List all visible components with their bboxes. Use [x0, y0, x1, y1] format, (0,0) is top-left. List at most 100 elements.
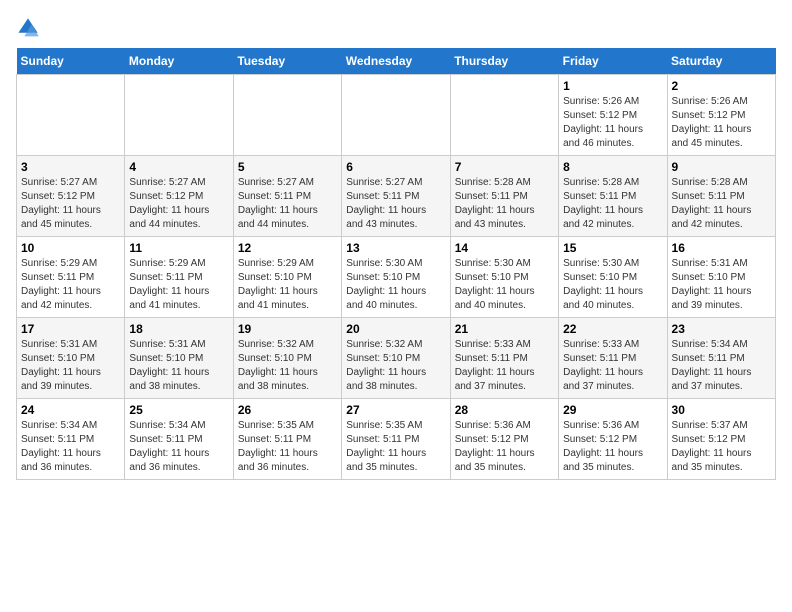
day-number: 21 — [455, 322, 554, 336]
day-info: Sunrise: 5:30 AM Sunset: 5:10 PM Dayligh… — [455, 257, 554, 313]
calendar-day-cell: 23 Sunrise: 5:34 AM Sunset: 5:11 PM Dayli… — [667, 318, 775, 399]
day-number: 15 — [563, 241, 662, 255]
day-info: Sunrise: 5:30 AM Sunset: 5:10 PM Dayligh… — [346, 257, 445, 313]
calendar-day-cell: 18Sunrise: 5:31 AM Sunset: 5:10 PM Dayli… — [125, 318, 233, 399]
day-number: 13 — [346, 241, 445, 255]
day-info: Sunrise: 5:36 AM Sunset: 5:12 PM Dayligh… — [563, 419, 662, 475]
day-number: 28 — [455, 403, 554, 417]
day-number: 27 — [346, 403, 445, 417]
day-number: 8 — [563, 160, 662, 174]
calendar-day-cell: 4Sunrise: 5:27 AM Sunset: 5:12 PM Daylig… — [125, 156, 233, 237]
calendar-day-cell: 16 Sunrise: 5:31 AM Sunset: 5:10 PM Dayli… — [667, 237, 775, 318]
calendar-day-cell: 15 Sunrise: 5:30 AM Sunset: 5:10 PM Dayli… — [559, 237, 667, 318]
day-info: Sunrise: 5:26 AM Sunset: 5:12 PM Dayligh… — [563, 95, 662, 151]
calendar-day-cell: 14Sunrise: 5:30 AM Sunset: 5:10 PM Dayli… — [450, 237, 558, 318]
day-number: 1 — [563, 79, 662, 93]
calendar-header-row: SundayMondayTuesdayWednesdayThursdayFrid… — [17, 48, 776, 75]
calendar-day-cell: 6 Sunrise: 5:27 AM Sunset: 5:11 PM Daylig… — [342, 156, 450, 237]
day-info: Sunrise: 5:30 AM Sunset: 5:10 PM Dayligh… — [563, 257, 662, 313]
day-info: Sunrise: 5:34 AM Sunset: 5:11 PM Dayligh… — [21, 419, 120, 475]
day-info: Sunrise: 5:37 AM Sunset: 5:12 PM Dayligh… — [672, 419, 771, 475]
calendar-day-cell: 17Sunrise: 5:31 AM Sunset: 5:10 PM Dayli… — [17, 318, 125, 399]
day-info: Sunrise: 5:29 AM Sunset: 5:11 PM Dayligh… — [21, 257, 120, 313]
calendar-day-cell: 5 Sunrise: 5:27 AM Sunset: 5:11 PM Daylig… — [233, 156, 341, 237]
calendar-day-cell: 27 Sunrise: 5:35 AM Sunset: 5:11 PM Dayli… — [342, 399, 450, 480]
day-number: 19 — [238, 322, 337, 336]
page-header — [16, 16, 776, 40]
day-info: Sunrise: 5:27 AM Sunset: 5:11 PM Dayligh… — [238, 176, 337, 232]
calendar-day-cell: 29 Sunrise: 5:36 AM Sunset: 5:12 PM Dayli… — [559, 399, 667, 480]
calendar-day-cell: 7 Sunrise: 5:28 AM Sunset: 5:11 PM Daylig… — [450, 156, 558, 237]
day-number: 9 — [672, 160, 771, 174]
day-info: Sunrise: 5:33 AM Sunset: 5:11 PM Dayligh… — [455, 338, 554, 394]
day-info: Sunrise: 5:35 AM Sunset: 5:11 PM Dayligh… — [238, 419, 337, 475]
day-info: Sunrise: 5:35 AM Sunset: 5:11 PM Dayligh… — [346, 419, 445, 475]
day-info: Sunrise: 5:28 AM Sunset: 5:11 PM Dayligh… — [672, 176, 771, 232]
calendar-day-cell: 20 Sunrise: 5:32 AM Sunset: 5:10 PM Dayli… — [342, 318, 450, 399]
day-info: Sunrise: 5:28 AM Sunset: 5:11 PM Dayligh… — [455, 176, 554, 232]
calendar-week-row: 10 Sunrise: 5:29 AM Sunset: 5:11 PM Dayli… — [17, 237, 776, 318]
calendar-week-row: 24 Sunrise: 5:34 AM Sunset: 5:11 PM Dayli… — [17, 399, 776, 480]
day-number: 6 — [346, 160, 445, 174]
calendar-week-row: 17 Sunrise: 5:31 AM Sunset: 5:10 PM Dayli… — [17, 318, 776, 399]
calendar-day-cell: 9 Sunrise: 5:28 AM Sunset: 5:11 PM Daylig… — [667, 156, 775, 237]
weekday-header: Saturday — [667, 48, 775, 75]
day-number: 4 — [129, 160, 228, 174]
day-number: 7 — [455, 160, 554, 174]
day-info: Sunrise: 5:32 AM Sunset: 5:10 PM Dayligh… — [238, 338, 337, 394]
day-number: 16 — [672, 241, 771, 255]
day-number: 12 — [238, 241, 337, 255]
calendar-day-cell: 19 Sunrise: 5:32 AM Sunset: 5:10 PM Dayli… — [233, 318, 341, 399]
calendar-day-cell: 22 Sunrise: 5:33 AM Sunset: 5:11 PM Dayli… — [559, 318, 667, 399]
logo — [16, 16, 44, 40]
weekday-header: Thursday — [450, 48, 558, 75]
day-number: 23 — [672, 322, 771, 336]
day-number: 30 — [672, 403, 771, 417]
calendar-day-cell — [233, 75, 341, 156]
calendar-day-cell — [125, 75, 233, 156]
day-info: Sunrise: 5:31 AM Sunset: 5:10 PM Dayligh… — [129, 338, 228, 394]
calendar-day-cell: 10 Sunrise: 5:29 AM Sunset: 5:11 PM Dayli… — [17, 237, 125, 318]
day-number: 5 — [238, 160, 337, 174]
day-number: 10 — [21, 241, 120, 255]
day-info: Sunrise: 5:27 AM Sunset: 5:11 PM Dayligh… — [346, 176, 445, 232]
day-info: Sunrise: 5:36 AM Sunset: 5:12 PM Dayligh… — [455, 419, 554, 475]
calendar-day-cell: 3 Sunrise: 5:27 AM Sunset: 5:12 PM Daylig… — [17, 156, 125, 237]
calendar-day-cell — [17, 75, 125, 156]
weekday-header: Wednesday — [342, 48, 450, 75]
day-number: 20 — [346, 322, 445, 336]
calendar-day-cell — [450, 75, 558, 156]
day-number: 17 — [21, 322, 120, 336]
day-number: 22 — [563, 322, 662, 336]
weekday-header: Tuesday — [233, 48, 341, 75]
day-info: Sunrise: 5:34 AM Sunset: 5:11 PM Dayligh… — [672, 338, 771, 394]
day-info: Sunrise: 5:31 AM Sunset: 5:10 PM Dayligh… — [672, 257, 771, 313]
calendar-day-cell: 2Sunrise: 5:26 AM Sunset: 5:12 PM Daylig… — [667, 75, 775, 156]
calendar-day-cell — [342, 75, 450, 156]
day-number: 26 — [238, 403, 337, 417]
calendar-week-row: 3 Sunrise: 5:27 AM Sunset: 5:12 PM Daylig… — [17, 156, 776, 237]
day-number: 29 — [563, 403, 662, 417]
day-number: 25 — [129, 403, 228, 417]
day-number: 11 — [129, 241, 228, 255]
day-info: Sunrise: 5:28 AM Sunset: 5:11 PM Dayligh… — [563, 176, 662, 232]
calendar-day-cell: 30 Sunrise: 5:37 AM Sunset: 5:12 PM Dayli… — [667, 399, 775, 480]
day-number: 24 — [21, 403, 120, 417]
calendar-day-cell: 13 Sunrise: 5:30 AM Sunset: 5:10 PM Dayli… — [342, 237, 450, 318]
calendar-day-cell: 8 Sunrise: 5:28 AM Sunset: 5:11 PM Daylig… — [559, 156, 667, 237]
weekday-header: Sunday — [17, 48, 125, 75]
day-info: Sunrise: 5:32 AM Sunset: 5:10 PM Dayligh… — [346, 338, 445, 394]
calendar-day-cell: 12Sunrise: 5:29 AM Sunset: 5:10 PM Dayli… — [233, 237, 341, 318]
weekday-header: Monday — [125, 48, 233, 75]
logo-icon — [16, 16, 40, 40]
calendar-week-row: 1 Sunrise: 5:26 AM Sunset: 5:12 PM Daylig… — [17, 75, 776, 156]
day-number: 2 — [672, 79, 771, 93]
calendar-day-cell: 26 Sunrise: 5:35 AM Sunset: 5:11 PM Dayli… — [233, 399, 341, 480]
day-info: Sunrise: 5:33 AM Sunset: 5:11 PM Dayligh… — [563, 338, 662, 394]
day-info: Sunrise: 5:27 AM Sunset: 5:12 PM Dayligh… — [21, 176, 120, 232]
day-info: Sunrise: 5:34 AM Sunset: 5:11 PM Dayligh… — [129, 419, 228, 475]
weekday-header: Friday — [559, 48, 667, 75]
calendar-day-cell: 1 Sunrise: 5:26 AM Sunset: 5:12 PM Daylig… — [559, 75, 667, 156]
day-info: Sunrise: 5:29 AM Sunset: 5:11 PM Dayligh… — [129, 257, 228, 313]
day-number: 3 — [21, 160, 120, 174]
